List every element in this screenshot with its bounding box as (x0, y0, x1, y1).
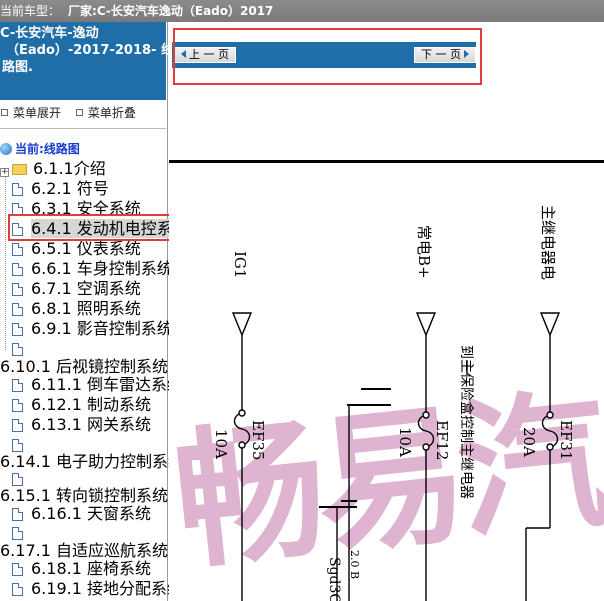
tree-item-label: 6.7.1 空调系统 (31, 279, 141, 298)
tree-item-6-8-1[interactable]: 6.8.1 照明系统 (12, 300, 141, 318)
tree-guide-line (5, 170, 6, 350)
tree-item-label: 6.10.1 后视镜控制系统 (0, 357, 168, 376)
app-window: 当前车型： 厂家:C-长安汽车逸动（Eado）2017 C-长安汽车-逸动 （Ea… (0, 0, 604, 601)
ef35-label: EF35 (249, 420, 267, 460)
batt-terminal-triangle (415, 312, 437, 337)
document-icon (12, 303, 23, 316)
manual-title-line-1: C-长安汽车-逸动 (0, 26, 99, 41)
document-icon (12, 508, 23, 521)
document-icon (12, 243, 23, 256)
tree-item-label: 6.5.1 仪表系统 (31, 239, 141, 258)
collapse-menu-button[interactable]: 菜单折叠 (75, 104, 136, 121)
tree-item-6-18-1[interactable]: 6.18.1 座椅系统 (12, 560, 151, 578)
ef12-label: EF12 (433, 420, 451, 460)
ig1-label: IG1 (231, 251, 249, 278)
expand-menu-button[interactable]: 菜单展开 (0, 104, 61, 121)
divider (0, 128, 166, 129)
tree-item-6-14-1[interactable]: 6.14.1 电子助力控制系统 (0, 453, 184, 471)
expand-icon (1, 109, 8, 116)
tree-item-label: 6.8.1 照明系统 (31, 299, 141, 318)
tree-root[interactable]: 当前:线路图 (0, 140, 80, 158)
tree-item-label: 6.18.1 座椅系统 (31, 559, 151, 578)
tree-item-6-2-1[interactable]: 6.2.1 符号 (12, 180, 109, 198)
expand-menu-label: 菜单展开 (13, 106, 62, 120)
manual-title-line-3: 路图. (2, 60, 33, 75)
tree-item-6-15-1[interactable]: 6.15.1 转向锁控制系统 (0, 487, 168, 505)
tree-item-label: 6.2.1 符号 (31, 179, 109, 198)
tree-item-6-9-1[interactable]: 6.9.1 影音控制系统 (12, 320, 173, 338)
document-icon (12, 379, 23, 392)
document-icon (12, 343, 23, 356)
tree-item-6-7-1[interactable]: 6.7.1 空调系统 (12, 280, 141, 298)
tree-root-label: 当前:线路图 (15, 142, 80, 156)
tree-item-label: 6.19.1 接地分配系统 (31, 579, 183, 598)
menu-tools: 菜单展开 菜单折叠 (0, 104, 166, 124)
manual-title-line-2: （Eado）-2017-2018- 线 (6, 43, 174, 58)
relay-terminal-triangle (539, 312, 561, 337)
document-icon (12, 439, 23, 452)
ef12-amp-label: 10A (396, 427, 414, 457)
tree-item-label: 6.15.1 转向锁控制系统 (0, 486, 168, 505)
tree-item-6-11-1[interactable]: 6.11.1 倒车雷达系统 (12, 376, 183, 394)
document-icon (12, 283, 23, 296)
tree-item-label: 6.9.1 影音控制系统 (31, 319, 173, 338)
document-icon (12, 527, 23, 540)
tree-item-label: 6.14.1 电子助力控制系统 (0, 452, 184, 471)
document-icon (12, 419, 23, 432)
wire-size-label: 2.0 B (348, 550, 361, 579)
batt-label: 常电B+ (415, 225, 433, 279)
ef31-fuse-symbol (541, 414, 559, 448)
highlight-box-tree (8, 214, 175, 241)
collapse-icon (75, 109, 83, 116)
tree-item-label: 6.13.1 网关系统 (31, 415, 151, 434)
ef35-amp-label: 10A (212, 429, 230, 459)
current-model-label: 当前车型： (0, 4, 61, 18)
ef35-fuse-symbol (233, 412, 251, 446)
tree-item-6-16-1[interactable]: 6.16.1 天窗系统 (12, 505, 151, 523)
document-icon (12, 399, 23, 412)
ig1-terminal-triangle (231, 312, 253, 337)
document-icon (12, 263, 23, 276)
tree-item-label: 6.12.1 制动系统 (31, 395, 151, 414)
document-icon (12, 583, 23, 596)
expand-node-icon: + (0, 167, 9, 177)
ef31-label: EF31 (557, 420, 575, 460)
ef12-fuse-symbol (417, 414, 435, 448)
ef31-amp-label: 20A (520, 427, 538, 457)
ground-code-label: Sgd3C (326, 557, 342, 601)
tree-item-label: 6.17.1 自适应巡航系统 (0, 541, 168, 560)
tree-item-label: 6.16.1 天窗系统 (31, 504, 151, 523)
manual-title-header: C-长安汽车-逸动 （Eado）-2017-2018- 线 路图. (0, 22, 174, 100)
current-model-value: 厂家:C-长安汽车逸动（Eado）2017 (68, 4, 274, 18)
tree-item-label: 6.1.1介绍 (33, 159, 106, 178)
tree-item-blank-1[interactable] (12, 340, 31, 358)
collapse-menu-label: 菜单折叠 (87, 106, 136, 120)
tree-item-blank-4[interactable] (12, 524, 31, 542)
tree-item-6-13-1[interactable]: 6.13.1 网关系统 (12, 416, 151, 434)
document-icon (12, 473, 23, 486)
title-bar: 当前车型： 厂家:C-长安汽车逸动（Eado）2017 (0, 0, 604, 22)
tree-item-label: 6.6.1 车身控制系统 (31, 259, 173, 278)
tree-item-6-12-1[interactable]: 6.12.1 制动系统 (12, 396, 151, 414)
globe-icon (0, 143, 12, 155)
relay-label: 主继电器电 (539, 205, 557, 280)
tree-item-6-10-1[interactable]: 6.10.1 后视镜控制系统 (0, 358, 168, 376)
to-fuse-box-label: 到主保险盒控制主继电器 (458, 345, 475, 499)
folder-icon (12, 164, 27, 175)
tree-item-label: 6.11.1 倒车雷达系统 (31, 375, 183, 394)
wiring-diagram: IG1 常电B+ 主继电器电 到主保险盒控制主继电器 EF35 10A EF12… (212, 205, 575, 601)
document-icon (12, 183, 23, 196)
tree-item-6-17-1[interactable]: 6.17.1 自适应巡航系统 (0, 542, 168, 560)
diagram-top-rule (169, 160, 604, 163)
highlight-box-nav (173, 28, 482, 85)
document-icon (12, 323, 23, 336)
tree-item-6-19-1[interactable]: 6.19.1 接地分配系统 (12, 580, 183, 598)
document-icon (12, 563, 23, 576)
tree-item-6-1-1[interactable]: +6.1.1介绍 (0, 160, 106, 178)
tree-item-6-6-1[interactable]: 6.6.1 车身控制系统 (12, 260, 173, 278)
tree-item-6-5-1[interactable]: 6.5.1 仪表系统 (12, 240, 141, 258)
